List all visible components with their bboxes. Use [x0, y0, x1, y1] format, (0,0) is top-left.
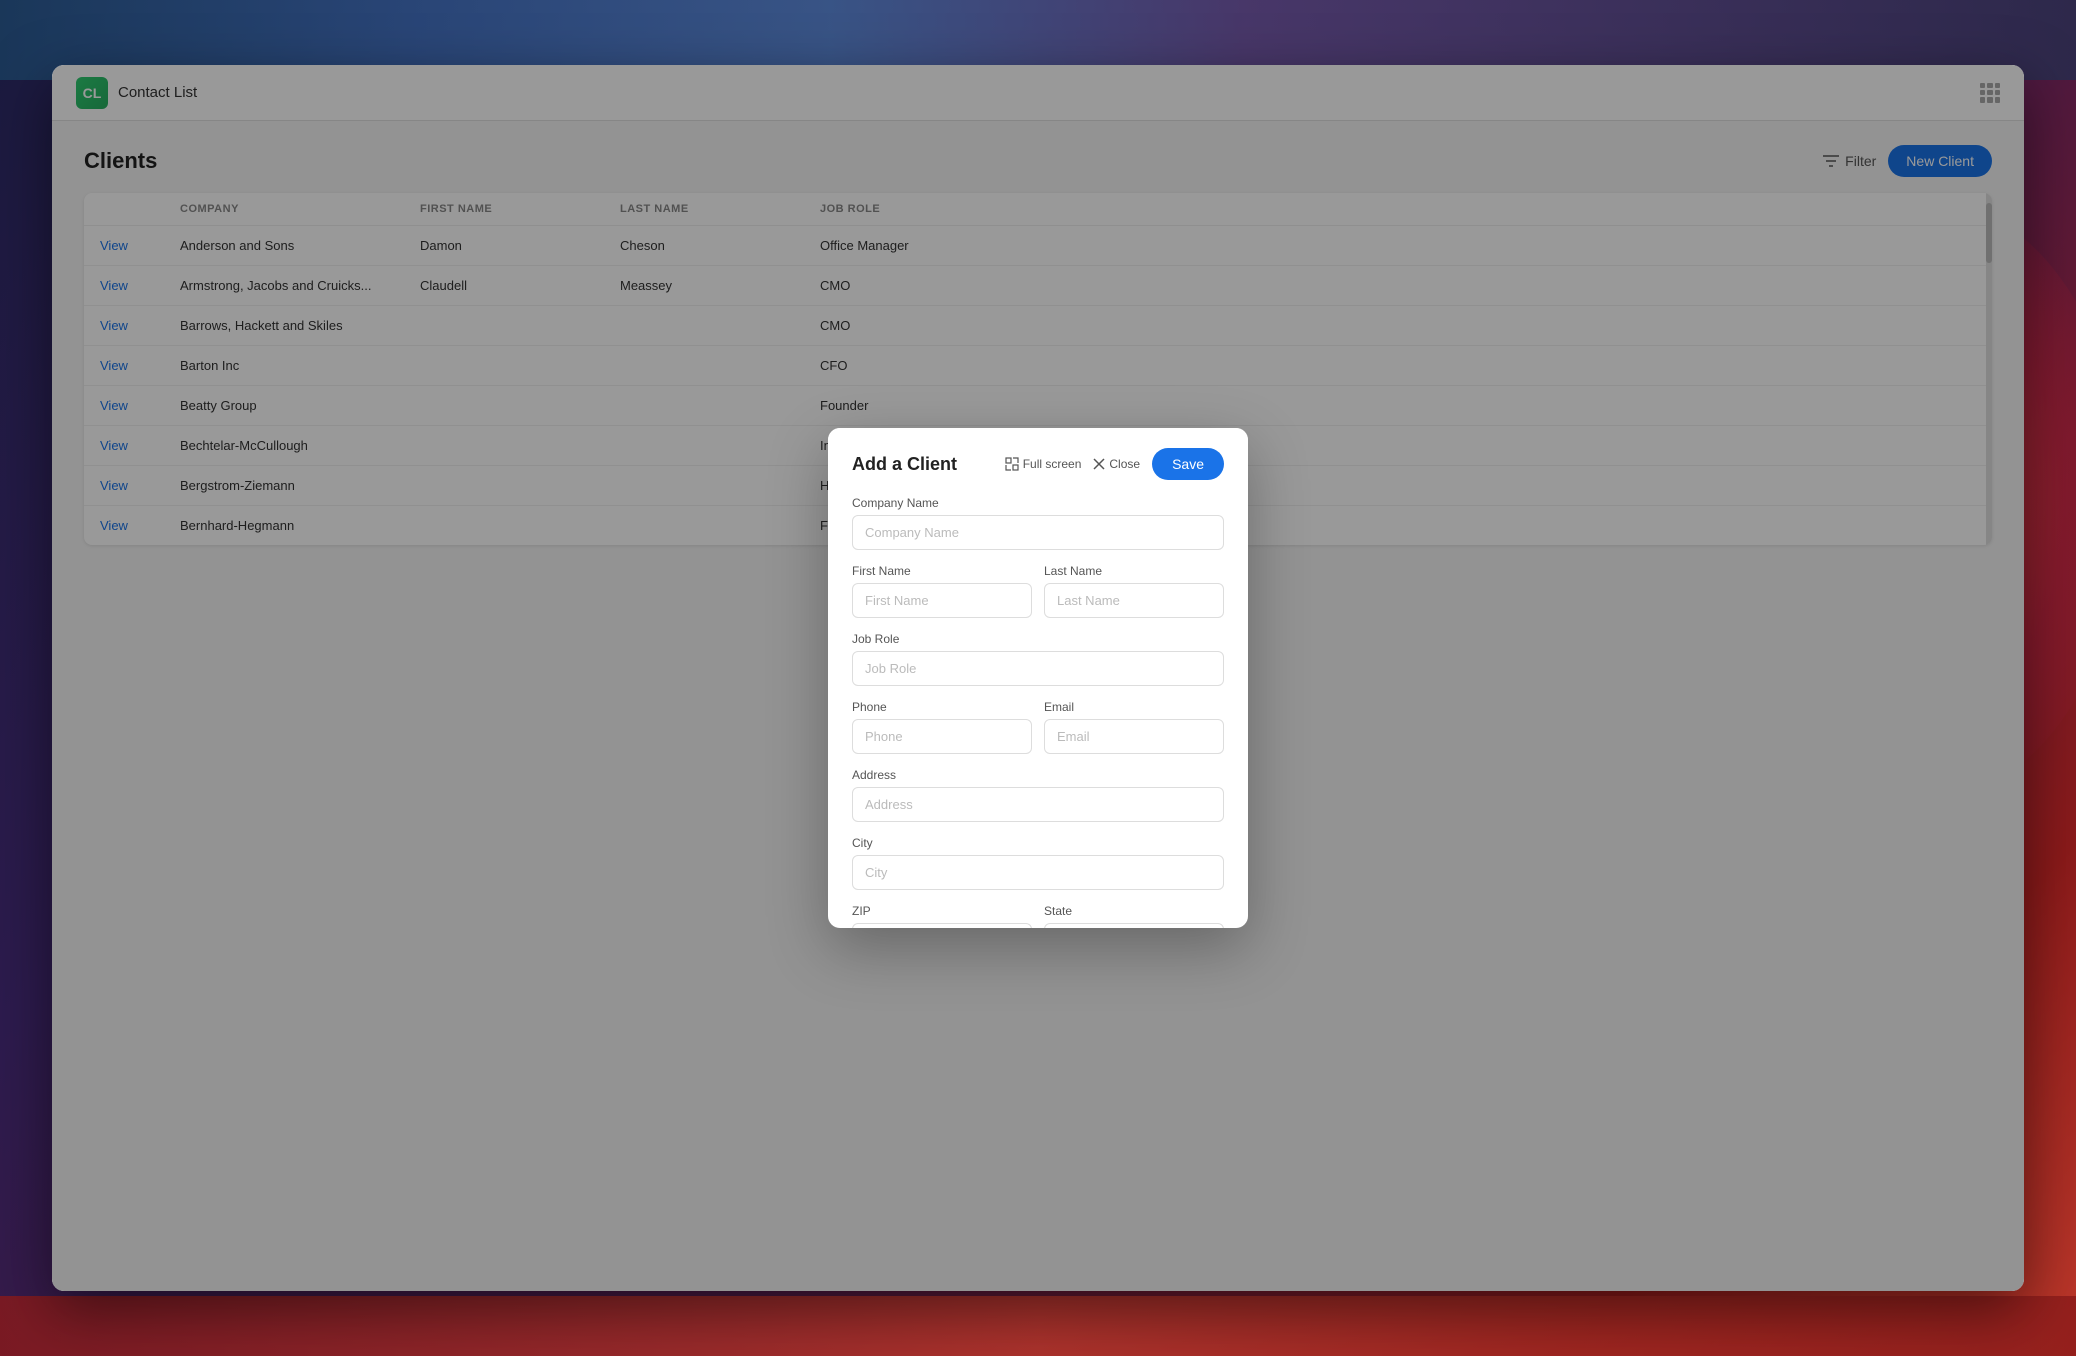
address-group: Address: [852, 768, 1224, 822]
name-row: First Name Last Name: [852, 564, 1224, 632]
modal-header-actions: Full screen Close Save: [1005, 448, 1224, 480]
state-group: State Choose an option AL AK CA NY TX: [1044, 904, 1224, 928]
company-name-input[interactable]: [852, 515, 1224, 550]
modal-close-button[interactable]: Close: [1093, 457, 1140, 471]
modal-header: Add a Client Full screen: [828, 428, 1248, 496]
job-role-input[interactable]: [852, 651, 1224, 686]
phone-label: Phone: [852, 700, 1032, 714]
last-name-label: Last Name: [1044, 564, 1224, 578]
city-group: City: [852, 836, 1224, 890]
close-icon: [1093, 458, 1105, 470]
modal-fullscreen-button[interactable]: Full screen: [1005, 457, 1082, 471]
last-name-group: Last Name: [1044, 564, 1224, 618]
job-role-group: Job Role: [852, 632, 1224, 686]
add-client-modal: Add a Client Full screen: [828, 428, 1248, 928]
email-label: Email: [1044, 700, 1224, 714]
last-name-input[interactable]: [1044, 583, 1224, 618]
app-window: CL Contact List Clients Filter New: [52, 65, 2024, 1291]
fullscreen-icon: [1005, 457, 1019, 471]
contact-row: Phone Email: [852, 700, 1224, 768]
company-name-label: Company Name: [852, 496, 1224, 510]
modal-overlay: Add a Client Full screen: [52, 65, 2024, 1291]
email-input[interactable]: [1044, 719, 1224, 754]
city-label: City: [852, 836, 1224, 850]
modal-title: Add a Client: [852, 454, 957, 475]
first-name-label: First Name: [852, 564, 1032, 578]
state-select[interactable]: Choose an option AL AK CA NY TX: [1044, 923, 1224, 928]
first-name-input[interactable]: [852, 583, 1032, 618]
address-label: Address: [852, 768, 1224, 782]
state-label: State: [1044, 904, 1224, 918]
phone-group: Phone: [852, 700, 1032, 754]
zip-label: ZIP: [852, 904, 1032, 918]
zip-input[interactable]: [852, 923, 1032, 928]
email-group: Email: [1044, 700, 1224, 754]
zip-group: ZIP: [852, 904, 1032, 928]
phone-input[interactable]: [852, 719, 1032, 754]
city-input[interactable]: [852, 855, 1224, 890]
modal-body: Company Name First Name Last Name: [828, 496, 1248, 928]
job-role-label: Job Role: [852, 632, 1224, 646]
company-name-group: Company Name: [852, 496, 1224, 550]
modal-save-button[interactable]: Save: [1152, 448, 1224, 480]
zip-state-row: ZIP State Choose an option AL AK CA NY T…: [852, 904, 1224, 928]
first-name-group: First Name: [852, 564, 1032, 618]
address-input[interactable]: [852, 787, 1224, 822]
